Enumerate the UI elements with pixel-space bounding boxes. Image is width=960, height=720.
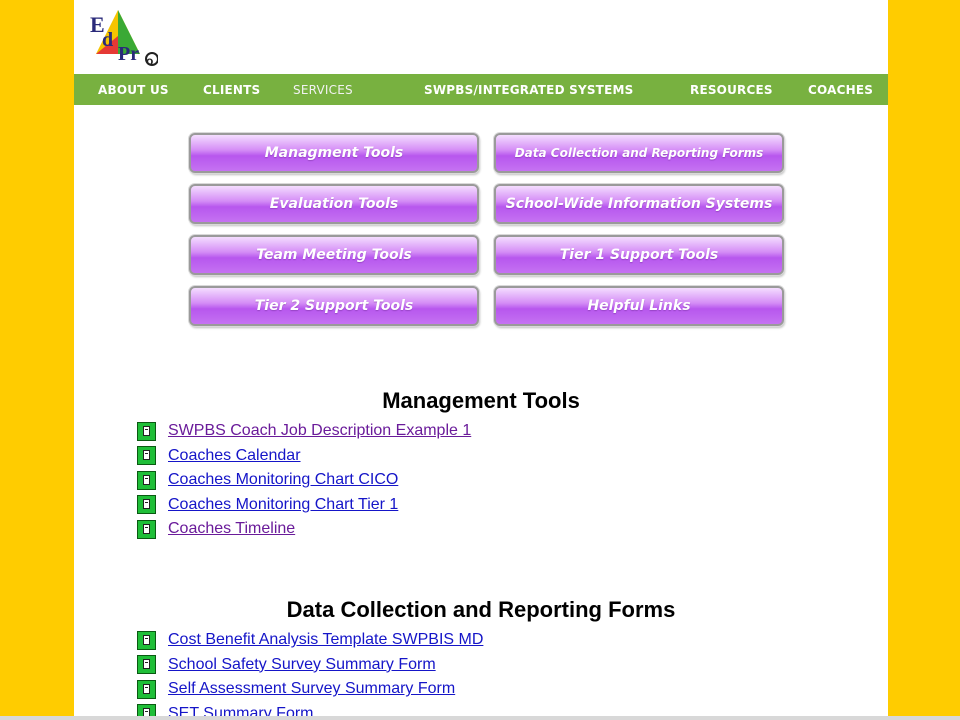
data-collection-forms-button[interactable]: Data Collection and Reporting Forms — [494, 133, 784, 173]
tier-2-support-tools-button[interactable]: Tier 2 Support Tools — [189, 286, 479, 326]
nav-services[interactable]: SERVICES — [293, 83, 353, 97]
document-icon[interactable] — [137, 446, 156, 466]
managment-tools-button[interactable]: Managment Tools — [189, 133, 479, 173]
doc-link[interactable]: Coaches Monitoring Chart CICO — [168, 471, 398, 489]
window-bottom-edge — [0, 716, 960, 720]
logo-graphic: E d Pr o — [90, 10, 159, 68]
nav-swpbs-integrated-systems[interactable]: SWPBS/INTEGRATED SYSTEMS — [424, 83, 633, 97]
nav-resources[interactable]: RESOURCES — [690, 83, 773, 97]
team-meeting-tools-button[interactable]: Team Meeting Tools — [189, 235, 479, 275]
evaluation-tools-button[interactable]: Evaluation Tools — [189, 184, 479, 224]
doc-link[interactable]: Coaches Calendar — [168, 447, 301, 465]
logo-letter-d: d — [102, 29, 113, 51]
tier-1-support-tools-button[interactable]: Tier 1 Support Tools — [494, 235, 784, 275]
logo-letters-pr: Pr — [118, 43, 139, 65]
list-item: School Safety Survey Summary Form — [137, 653, 483, 678]
logo-letter-o: o — [146, 54, 153, 68]
list-item: Coaches Calendar — [137, 444, 471, 469]
management-tools-list: SWPBS Coach Job Description Example 1 Co… — [137, 419, 471, 542]
list-item: Coaches Timeline — [137, 517, 471, 542]
doc-link[interactable]: Self Assessment Survey Summary Form — [168, 680, 455, 698]
doc-link[interactable]: Cost Benefit Analysis Template SWPBIS MD — [168, 631, 483, 649]
list-item: Coaches Monitoring Chart CICO — [137, 468, 471, 493]
document-icon[interactable] — [137, 655, 156, 675]
page-container: E d Pr o ABOUT US CLIENTS SERVICES SWPBS… — [74, 0, 888, 720]
management-tools-heading: Management Tools — [382, 388, 580, 413]
nav-clients[interactable]: CLIENTS — [203, 83, 260, 97]
nav-about-us[interactable]: ABOUT US — [98, 83, 169, 97]
nav-coaches[interactable]: COACHES — [808, 83, 873, 97]
edpro-logo[interactable]: E d Pr o — [88, 8, 159, 70]
document-icon[interactable] — [137, 421, 156, 441]
list-item: Self Assessment Survey Summary Form — [137, 677, 483, 702]
document-icon[interactable] — [137, 630, 156, 650]
document-icon[interactable] — [137, 679, 156, 699]
doc-link[interactable]: Coaches Monitoring Chart Tier 1 — [168, 496, 398, 514]
list-item: Cost Benefit Analysis Template SWPBIS MD — [137, 628, 483, 653]
doc-link[interactable]: School Safety Survey Summary Form — [168, 656, 436, 674]
document-icon[interactable] — [137, 470, 156, 490]
doc-link[interactable]: Coaches Timeline — [168, 520, 295, 538]
doc-link[interactable]: SWPBS Coach Job Description Example 1 — [168, 422, 471, 440]
list-item: Coaches Monitoring Chart Tier 1 — [137, 493, 471, 518]
data-collection-list: Cost Benefit Analysis Template SWPBIS MD… — [137, 628, 483, 720]
main-nav: ABOUT US CLIENTS SERVICES SWPBS/INTEGRAT… — [74, 74, 888, 105]
school-wide-information-systems-button[interactable]: School-Wide Information Systems — [494, 184, 784, 224]
helpful-links-button[interactable]: Helpful Links — [494, 286, 784, 326]
list-item: SWPBS Coach Job Description Example 1 — [137, 419, 471, 444]
document-icon[interactable] — [137, 519, 156, 539]
data-collection-heading: Data Collection and Reporting Forms — [286, 597, 676, 622]
document-icon[interactable] — [137, 495, 156, 515]
